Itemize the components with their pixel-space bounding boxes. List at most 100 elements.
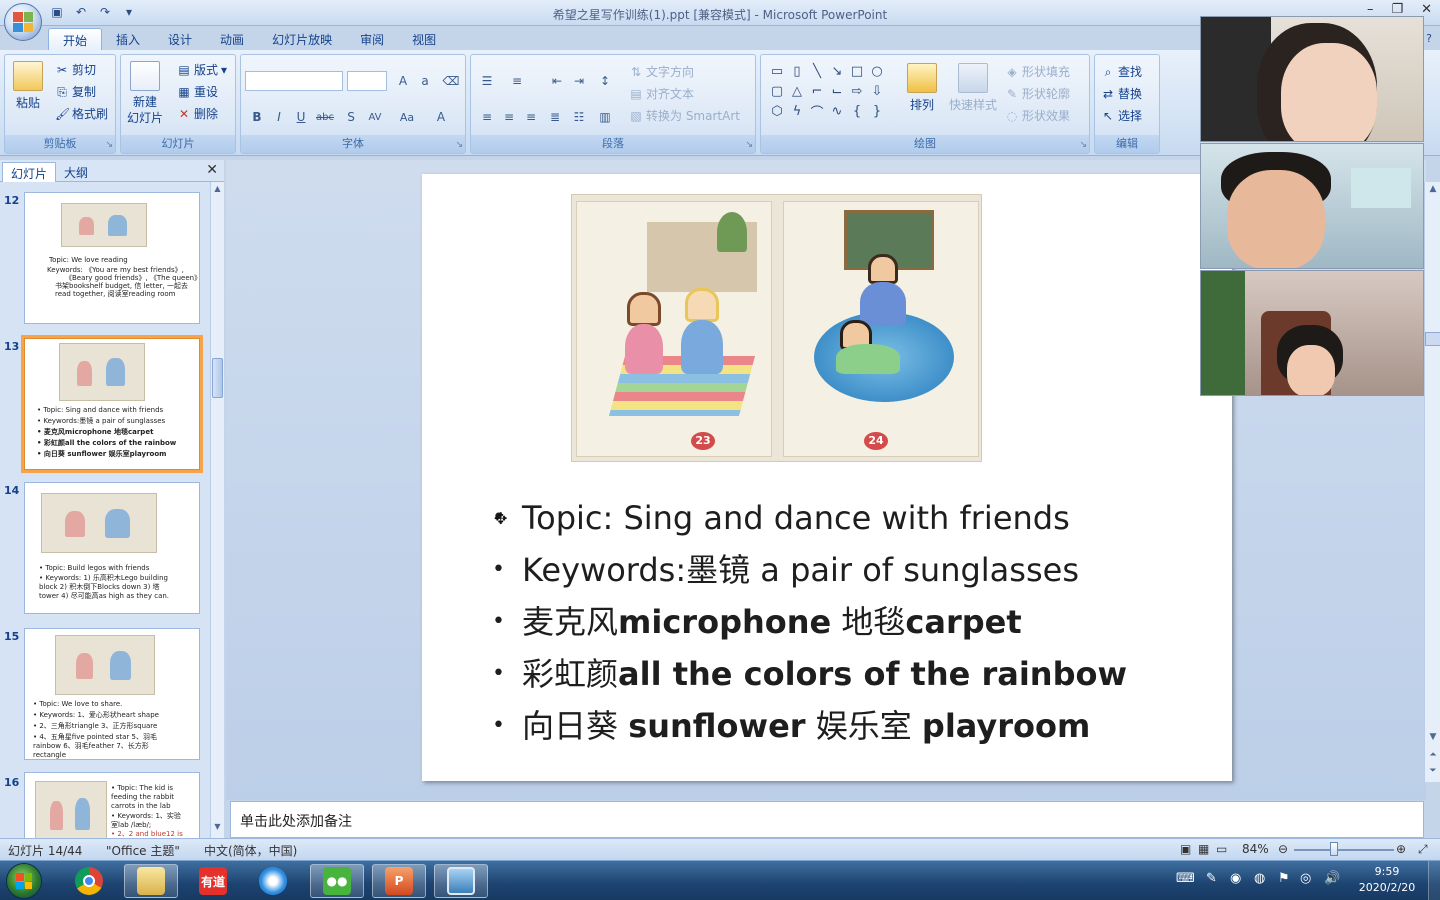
align-left-icon[interactable]: ≡ bbox=[477, 107, 497, 127]
slide-thumbnail-12[interactable]: Topic: We love reading Keywords: 《You ar… bbox=[24, 192, 200, 324]
line-shape-icon[interactable]: ╲ bbox=[807, 61, 827, 81]
cut-button[interactable]: ✂ 剪切 bbox=[55, 61, 96, 78]
tab-design[interactable]: 设计 bbox=[154, 28, 206, 52]
lightning-shape-icon[interactable]: ϟ bbox=[787, 101, 807, 121]
text-direction-button[interactable]: ⇅ 文字方向 bbox=[629, 63, 694, 80]
slide-thumbnail-14[interactable]: • Topic: Build legos with friends • Keyw… bbox=[24, 482, 200, 614]
thumbnail-scrollbar[interactable]: ▲ ▼ bbox=[210, 182, 224, 838]
bold-icon[interactable]: B bbox=[247, 107, 267, 127]
zoom-slider[interactable] bbox=[1294, 849, 1394, 851]
vertical-textbox-icon[interactable]: ▯ bbox=[787, 61, 807, 81]
replace-button[interactable]: ⇄ 替换 bbox=[1101, 85, 1142, 102]
slide-thumbnail-13[interactable]: • Topic: Sing and dance with friends • K… bbox=[21, 335, 203, 473]
shape-fill-button[interactable]: ◈ 形状填充 bbox=[1005, 63, 1070, 80]
tab-view[interactable]: 视图 bbox=[398, 28, 450, 52]
action-center-icon[interactable]: ⚑ bbox=[1278, 871, 1290, 886]
keyboard-icon[interactable]: ⌨ bbox=[1176, 871, 1195, 886]
change-case-icon[interactable]: Aa bbox=[397, 107, 417, 127]
scroll-thumb[interactable] bbox=[212, 358, 223, 398]
paste-button[interactable]: 粘贴 bbox=[13, 61, 43, 111]
numbering-icon[interactable]: ≡ bbox=[507, 71, 527, 91]
bullets-icon[interactable]: ☰ bbox=[477, 71, 497, 91]
normal-view-icon[interactable]: ▣ bbox=[1180, 842, 1191, 856]
down-arrow-icon[interactable]: ⇩ bbox=[867, 81, 887, 101]
format-painter-button[interactable]: 🖌 格式刷 bbox=[55, 105, 108, 122]
minimize-icon[interactable]: – bbox=[1367, 2, 1374, 17]
shadow-icon[interactable]: S bbox=[341, 107, 361, 127]
restore-icon[interactable]: ❐ bbox=[1391, 2, 1403, 17]
tab-home[interactable]: 开始 bbox=[48, 28, 103, 52]
triangle-shape-icon[interactable]: △ bbox=[787, 81, 807, 101]
rounded-rect-icon[interactable]: ▢ bbox=[767, 81, 787, 101]
previous-slide-icon[interactable]: ⏶ bbox=[1425, 750, 1440, 760]
ime-icon[interactable]: ✎ bbox=[1206, 871, 1217, 886]
office-button[interactable] bbox=[4, 3, 42, 41]
scroll-up-icon[interactable]: ▲ bbox=[1425, 184, 1440, 194]
rectangle-shape-icon[interactable]: □ bbox=[847, 61, 867, 81]
scroll-up-icon[interactable]: ▲ bbox=[211, 184, 224, 198]
launcher-icon[interactable]: ↘ bbox=[105, 140, 113, 150]
select-button[interactable]: ↖ 选择 bbox=[1101, 107, 1142, 124]
zoom-out-icon[interactable]: ⊖ bbox=[1278, 842, 1288, 856]
textbox-shape-icon[interactable]: ▭ bbox=[767, 61, 787, 81]
slide-thumbnail-15[interactable]: • Topic: We love to share. • Keywords: 1… bbox=[24, 628, 200, 760]
grow-font-icon[interactable]: A bbox=[393, 71, 413, 91]
oval-shape-icon[interactable]: ○ bbox=[867, 61, 887, 81]
taskbar-chrome[interactable] bbox=[62, 864, 116, 898]
tab-animations[interactable]: 动画 bbox=[206, 28, 258, 52]
slideshow-icon[interactable]: ▭ bbox=[1216, 842, 1227, 856]
help-icon[interactable]: ? bbox=[1426, 32, 1432, 45]
justify-icon[interactable]: ≣ bbox=[545, 107, 565, 127]
arrange-button[interactable]: 排列 bbox=[907, 63, 937, 113]
taskbar-youdao[interactable]: 有道 bbox=[186, 864, 240, 898]
language-indicator[interactable]: 中文(简体，中国) bbox=[204, 842, 297, 859]
video-tile-3[interactable] bbox=[1200, 270, 1424, 396]
video-tile-2[interactable] bbox=[1200, 143, 1424, 269]
align-center-icon[interactable]: ≡ bbox=[499, 107, 519, 127]
slide-picture[interactable]: 23 24 bbox=[571, 194, 982, 462]
slide-sorter-icon[interactable]: ▦ bbox=[1198, 842, 1209, 856]
scroll-thumb[interactable] bbox=[1425, 332, 1440, 346]
find-button[interactable]: ⌕ 查找 bbox=[1101, 63, 1142, 80]
close-icon[interactable]: ✕ bbox=[1421, 2, 1432, 17]
launcher-icon[interactable]: ↘ bbox=[1079, 140, 1087, 150]
decrease-indent-icon[interactable]: ⇤ bbox=[547, 71, 567, 91]
elbow-connector-icon[interactable]: ⌙ bbox=[827, 81, 847, 101]
close-icon[interactable]: ✕ bbox=[206, 162, 218, 178]
copy-button[interactable]: ⎘ 复制 bbox=[55, 83, 96, 100]
taskbar-wechat[interactable]: ●● bbox=[310, 864, 364, 898]
scroll-down-icon[interactable]: ▼ bbox=[1425, 732, 1440, 742]
italic-icon[interactable]: I bbox=[269, 107, 289, 127]
chat-tray-icon[interactable]: ◍ bbox=[1254, 871, 1265, 886]
system-clock[interactable]: 9:59 2020/2/20 bbox=[1352, 864, 1422, 896]
shape-effects-button[interactable]: ◌ 形状效果 bbox=[1005, 107, 1070, 124]
zoom-in-icon[interactable]: ⊕ bbox=[1396, 842, 1406, 856]
volume-icon[interactable]: 🔊 bbox=[1324, 871, 1340, 886]
line-spacing-icon[interactable]: ↕ bbox=[595, 71, 615, 91]
freeform-shape-icon[interactable]: ∿ bbox=[827, 101, 847, 121]
font-color-icon[interactable]: A bbox=[431, 107, 451, 127]
notes-pane[interactable]: 单击此处添加备注 bbox=[230, 801, 1424, 838]
zoom-knob[interactable] bbox=[1330, 842, 1338, 856]
current-slide[interactable]: 23 24 Topic: Sing and dance with friends… bbox=[422, 174, 1232, 781]
scroll-down-icon[interactable]: ▼ bbox=[211, 822, 224, 836]
launcher-icon[interactable]: ↘ bbox=[745, 140, 753, 150]
taskbar-browser[interactable] bbox=[246, 864, 300, 898]
network-app-icon[interactable]: ◉ bbox=[1230, 871, 1241, 886]
quick-styles-button[interactable]: 快速样式 bbox=[949, 63, 997, 113]
distributed-icon[interactable]: ☷ bbox=[569, 107, 589, 127]
slide-thumbnail-16[interactable]: • Topic: The kid is feeding the rabbit c… bbox=[24, 772, 200, 838]
taskbar-photo-viewer[interactable] bbox=[434, 864, 488, 898]
tab-review[interactable]: 审阅 bbox=[346, 28, 398, 52]
reset-button[interactable]: ▦ 重设 bbox=[177, 83, 218, 100]
slide-scrollbar[interactable]: ▲ ▼ ⏶ ⏷ bbox=[1424, 182, 1440, 782]
smartart-button[interactable]: ▧ 转换为 SmartArt bbox=[629, 107, 740, 124]
hexagon-shape-icon[interactable]: ⬡ bbox=[767, 101, 787, 121]
zoom-level[interactable]: 84% bbox=[1242, 842, 1269, 856]
tab-insert[interactable]: 插入 bbox=[102, 28, 154, 52]
delete-slide-button[interactable]: ✕ 删除 bbox=[177, 105, 218, 122]
clear-format-icon[interactable]: ⌫ bbox=[441, 71, 461, 91]
layout-button[interactable]: ▤ 版式 ▾ bbox=[177, 61, 227, 78]
font-size-combo[interactable] bbox=[347, 71, 387, 91]
left-brace-icon[interactable]: { bbox=[847, 101, 867, 121]
